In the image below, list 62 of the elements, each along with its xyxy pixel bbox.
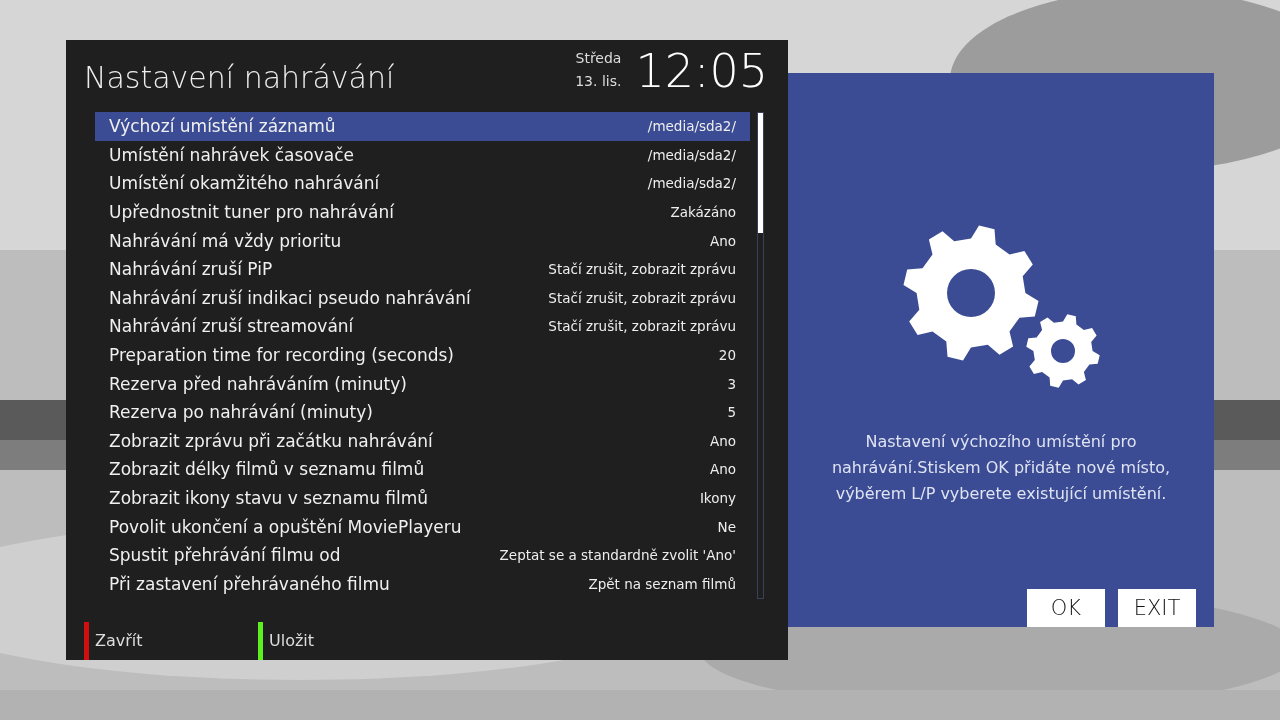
setting-value: Ano xyxy=(709,232,736,249)
setting-value: Zeptat se a standardně zvolit 'Ano' xyxy=(499,547,736,564)
setting-row[interactable]: Rezerva po nahrávání (minuty) 5 xyxy=(95,397,750,427)
setting-row[interactable]: Výchozí umístění záznamů /media/sda2/ xyxy=(95,112,750,141)
scrollbar[interactable] xyxy=(757,112,764,599)
setting-label: Nahrávání zruší indikaci pseudo nahrávání xyxy=(109,287,471,308)
setting-row[interactable]: Umístění nahrávek časovače /media/sda2/ xyxy=(95,140,750,170)
setting-label: Nahrávání zruší PiP xyxy=(109,259,273,280)
setting-value: Stačí zrušit, zobrazit zprávu xyxy=(548,289,736,306)
setting-label: Výchozí umístění záznamů xyxy=(109,116,336,137)
setting-label: Zobrazit ikony stavu v seznamu filmů xyxy=(109,488,429,508)
setting-label: Rezerva před nahráváním (minuty) xyxy=(109,373,407,394)
screen-title: Nastavení nahrávání xyxy=(84,59,396,95)
setting-value: /media/sda2/ xyxy=(647,146,736,163)
setting-value: 5 xyxy=(727,404,736,421)
setting-label: Nahrávání má vždy prioritu xyxy=(109,230,342,251)
setting-label: Umístění nahrávek časovače xyxy=(109,144,355,165)
weekday: Středa xyxy=(575,49,622,68)
setting-label: Spustit přehrávání filmu od xyxy=(109,545,341,566)
setting-value: Zakázáno xyxy=(670,204,736,221)
gears-icon xyxy=(901,223,1101,389)
setting-value: Stačí zrušit, zobrazit zprávu xyxy=(548,318,736,335)
setting-row[interactable]: Preparation time for recording (seconds) 20 xyxy=(95,340,750,370)
setting-row[interactable]: Umístění okamžitého nahrávání /media/sda2/ xyxy=(95,169,750,198)
dialog-button[interactable]: OK xyxy=(1027,589,1105,627)
setting-value: /media/sda2/ xyxy=(647,118,736,135)
setting-label: Zobrazit zprávu při začátku nahrávání xyxy=(109,430,433,451)
setting-row[interactable]: Nahrávání má vždy prioritu Ano xyxy=(95,226,750,255)
setting-row[interactable]: Zobrazit délky filmů v seznamu filmů Ano xyxy=(95,455,750,484)
setting-label: Rezerva po nahrávání (minuty) xyxy=(109,402,373,423)
setting-row[interactable]: Zobrazit ikony stavu v seznamu filmů Ikony xyxy=(95,483,750,513)
setting-row[interactable]: Při zastavení přehrávaného filmu Zpět na seznam filmů xyxy=(95,569,750,599)
setting-value: Ano xyxy=(709,432,736,449)
color-key-label: Zavřít xyxy=(95,630,143,650)
setting-label: Nahrávání zruší streamování xyxy=(109,316,354,337)
setting-value: Ano xyxy=(709,461,736,478)
setting-row[interactable]: Nahrávání zruší streamování Stačí zrušit, zobrazit zprávu xyxy=(95,312,750,341)
setting-row[interactable]: Povolit ukončení a opuštění MoviePlayeru Ne xyxy=(95,512,750,541)
setting-value: Stačí zrušit, zobrazit zprávu xyxy=(548,261,736,278)
setting-value: 3 xyxy=(727,375,736,392)
setting-row[interactable]: Spustit přehrávání filmu od Zeptat se a standardně zvolit 'Ano' xyxy=(95,540,750,570)
setting-row[interactable]: Zobrazit zprávu při začátku nahrávání Ano xyxy=(95,426,750,456)
setting-value: /media/sda2/ xyxy=(647,175,736,192)
setting-label: Zobrazit délky filmů v seznamu filmů xyxy=(109,459,425,480)
color-key-label: Uložit xyxy=(269,630,315,650)
setting-row[interactable]: Nahrávání zruší indikaci pseudo nahrávání Stačí zrušit, zobrazit zprávu xyxy=(95,283,750,313)
setting-label: Preparation time for recording (seconds) xyxy=(109,345,454,366)
help-text: Nastavení výchozího umístění pro nahrávání.Stiskem OK přidáte nové místo, výběrem L/P vyberete existující umístění. xyxy=(830,431,1172,505)
setting-label: Při zastavení přehrávaného filmu xyxy=(109,573,390,594)
setting-label: Umístění okamžitého nahrávání xyxy=(109,173,380,194)
setting-label: Povolit ukončení a opuštění MoviePlayeru xyxy=(109,516,462,537)
setting-value: Ne xyxy=(717,518,736,535)
dialog-button[interactable]: EXIT xyxy=(1118,589,1196,627)
setting-row[interactable]: Upřednostnit tuner pro nahrávání Zakázáno xyxy=(95,197,750,227)
setting-row[interactable]: Rezerva před nahráváním (minuty) 3 xyxy=(95,369,750,398)
date: 13. lis. xyxy=(575,72,622,91)
setting-label: Upřednostnit tuner pro nahrávání xyxy=(109,202,394,223)
setting-row[interactable]: Nahrávání zruší PiP Stačí zrušit, zobrazit zprávu xyxy=(95,254,750,284)
clock: 12:05 xyxy=(635,44,768,98)
setting-value: Ikony xyxy=(699,490,736,506)
setting-value: Zpět na seznam filmů xyxy=(588,575,736,592)
setting-value: 20 xyxy=(718,347,736,364)
